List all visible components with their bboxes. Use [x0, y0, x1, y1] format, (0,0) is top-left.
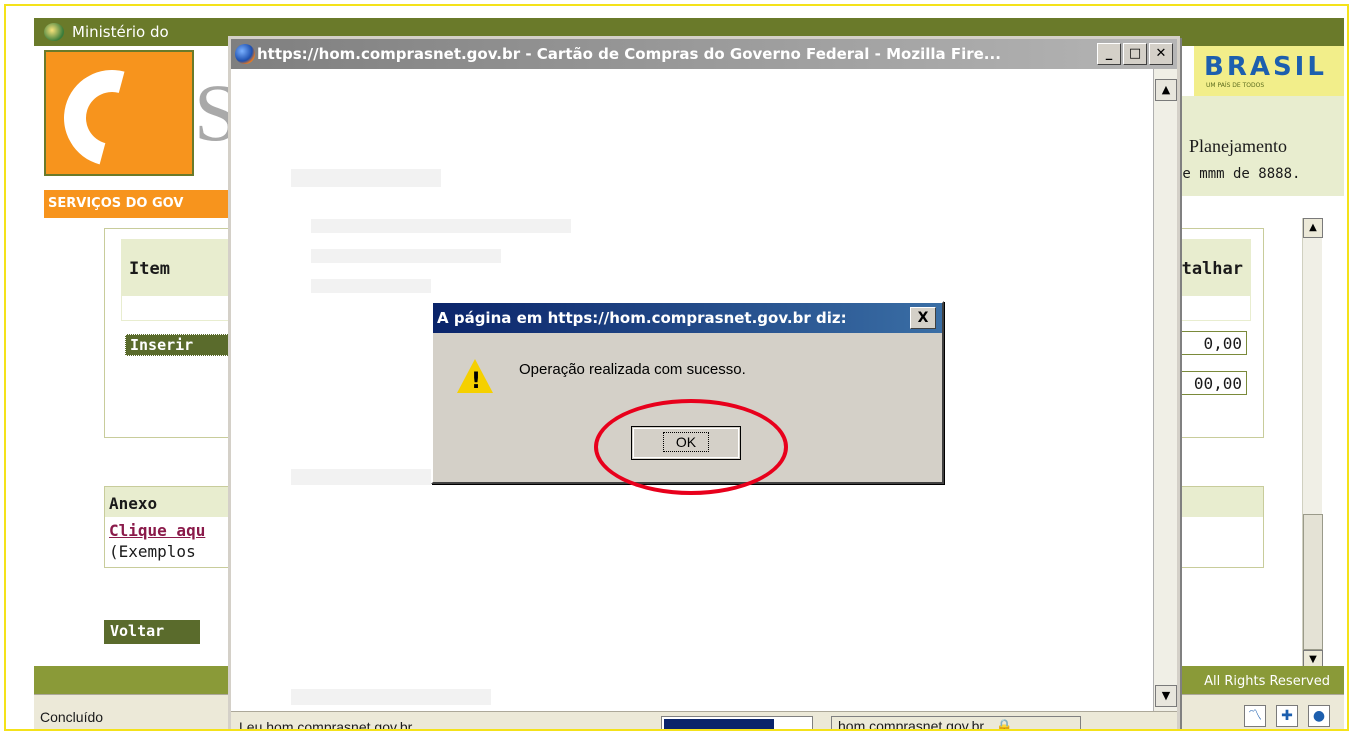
- exemplos-text: (Exemplos: [109, 542, 196, 561]
- faded-content: [311, 279, 431, 293]
- faded-content: [291, 469, 431, 485]
- value-field-2[interactable]: 00,00: [1175, 371, 1247, 395]
- minimize-icon[interactable]: _: [1097, 43, 1121, 65]
- firefox-title-bar: https://hom.comprasnet.gov.br - Cartão d…: [231, 39, 1177, 69]
- scroll-thumb[interactable]: [1303, 514, 1323, 650]
- host-text: hom.comprasnet.gov.br: [838, 718, 985, 731]
- ministry-name: Planejamento: [1189, 136, 1287, 156]
- status-text: Concluído: [40, 709, 104, 725]
- dialog-message: Operação realizada com sucesso.: [519, 361, 746, 378]
- firefox-icon: [235, 44, 255, 64]
- faded-content: [291, 169, 441, 187]
- brasil-subtitle: UM PAÍS DE TODOS: [1206, 82, 1265, 89]
- scroll-down-icon[interactable]: ▼: [1155, 685, 1177, 707]
- status-icons: 〽 ✚ ●: [1244, 705, 1330, 727]
- tools-icon: ✚: [1276, 705, 1298, 727]
- lock-icon: 🔒: [995, 718, 1014, 731]
- firefox-title: https://hom.comprasnet.gov.br - Cartão d…: [257, 45, 1001, 63]
- firefox-status-bar: Leu hom.comprasnet.gov.br hom.comprasnet…: [231, 711, 1177, 731]
- clique-aqui-link[interactable]: Clique aqu: [109, 521, 205, 540]
- highlight-circle: [594, 399, 788, 495]
- date-text: le mmm de 8888.: [1174, 166, 1301, 182]
- ie-page-icon: [44, 23, 64, 41]
- faded-content: [311, 249, 501, 263]
- services-label: SERVIÇOS DO GOV: [48, 196, 184, 211]
- column-item: Item: [129, 259, 170, 279]
- dialog-title: A página em https://hom.comprasnet.gov.b…: [437, 309, 847, 327]
- maximize-icon[interactable]: □: [1123, 43, 1147, 65]
- warning-icon-mark: !: [471, 369, 482, 394]
- background-title: Ministério do: [72, 23, 169, 41]
- dialog-close-icon[interactable]: X: [910, 307, 936, 329]
- scroll-up-icon[interactable]: ▲: [1303, 218, 1323, 238]
- anexo-label: Anexo: [109, 494, 158, 513]
- brasil-text: BRASIL: [1204, 52, 1327, 82]
- header-info: Planejamento le mmm de 8888.: [1174, 96, 1344, 196]
- info-icon: ●: [1308, 705, 1330, 727]
- faded-content: [311, 219, 571, 233]
- dialog-title-bar: A página em https://hom.comprasnet.gov.b…: [433, 303, 942, 333]
- screenshot-frame: Ministério do S BRASIL UM PAÍS DE TODOS …: [4, 4, 1349, 731]
- load-progress: [661, 716, 813, 729]
- rights-text: All Rights Reserved: [1204, 674, 1330, 689]
- services-menu[interactable]: SERVIÇOS DO GOV: [44, 190, 244, 218]
- firefox-host: hom.comprasnet.gov.br 🔒: [831, 716, 1081, 731]
- window-controls: _ □ ✕: [1097, 43, 1173, 65]
- close-icon[interactable]: ✕: [1149, 43, 1173, 65]
- firefox-status-text: Leu hom.comprasnet.gov.br: [239, 719, 413, 731]
- scroll-up-icon[interactable]: ▲: [1155, 79, 1177, 101]
- logo-swoosh-icon: [46, 52, 178, 174]
- signal-icon: 〽: [1244, 705, 1266, 727]
- brasil-logo: BRASIL UM PAÍS DE TODOS: [1194, 46, 1344, 96]
- column-detalhar: talhar: [1181, 259, 1243, 279]
- background-scrollbar[interactable]: ▲ ▼: [1302, 218, 1323, 674]
- load-progress-fill: [664, 719, 774, 729]
- firefox-scrollbar[interactable]: ▲ ▼: [1153, 69, 1177, 711]
- voltar-button[interactable]: Voltar: [104, 620, 200, 644]
- value-field-1[interactable]: 0,00: [1175, 331, 1247, 355]
- site-logo: [44, 50, 194, 176]
- faded-content: [291, 689, 491, 705]
